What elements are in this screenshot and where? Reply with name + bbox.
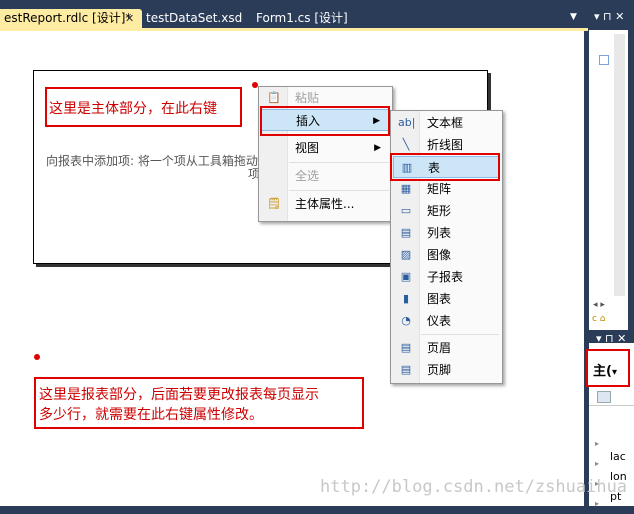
list-icon: ▤ xyxy=(400,226,412,239)
click-marker-report xyxy=(34,354,40,360)
menu-separator xyxy=(289,190,389,191)
chart-icon: ▮ xyxy=(402,292,410,305)
menu-separator xyxy=(289,162,389,163)
report-note-line1: 这里是报表部分，后面若要更改报表每页显示 xyxy=(39,387,319,403)
body-note: 这里是主体部分，在此右键 xyxy=(49,101,217,117)
table-highlight-box xyxy=(390,153,500,181)
watermark: http://blog.csdn.net/zshuaihua xyxy=(320,477,628,497)
textbox-icon: ab| xyxy=(398,116,416,129)
menu-separator xyxy=(421,334,499,335)
tab-label: testDataSet.xsd xyxy=(146,11,243,25)
submenu-item-gauge[interactable]: ◔ 仪表 xyxy=(393,310,499,332)
rectangle-icon: ▭ xyxy=(400,204,412,217)
property-name[interactable]: lac xyxy=(610,450,626,463)
object-selector[interactable]: 主(▾ xyxy=(593,360,617,379)
submenu-item-image[interactable]: ▨ 图像 xyxy=(393,244,499,266)
paste-icon: 📋 xyxy=(267,91,281,104)
submenu-item-matrix[interactable]: ▦ 矩阵 xyxy=(393,178,499,200)
scroll-arrows-icon[interactable]: ◂ ▸ xyxy=(593,300,605,310)
submenu-item-page-footer[interactable]: ▤ 页脚 xyxy=(393,359,499,381)
tab-form1[interactable]: Form1.cs [设计] xyxy=(256,9,348,28)
submenu-item-textbox[interactable]: ab| 文本框 xyxy=(393,112,499,134)
toolbox-tab-icon[interactable]: c ⌂ xyxy=(592,314,606,324)
menu-item-select-all[interactable]: 全选 xyxy=(261,165,389,187)
page-header-icon: ▤ xyxy=(400,341,412,354)
submenu-item-subreport[interactable]: ▣ 子报表 xyxy=(393,266,499,288)
insert-submenu: ab| 文本框 ╲ 折线图 ▥ 表 ▦ 矩阵 ▭ 矩形 ▤ 列表 ▨ 图像 ▣ 子报表 ▮ 图表 ◔ 仪表 ▤ 页眉 ▤ 页脚 xyxy=(390,110,503,384)
chevron-down-icon: ▾ xyxy=(611,367,617,378)
panel-pin-icon[interactable]: ▾ ⊓ ✕ xyxy=(594,10,624,23)
expand-arrows-icon[interactable]: ▸ ▸ ▸ ▸ xyxy=(595,434,599,514)
tab-label: Form1.cs [设计] xyxy=(256,11,348,25)
categorized-view-icon[interactable] xyxy=(597,391,611,403)
subreport-icon: ▣ xyxy=(400,270,412,283)
tab-testdataset[interactable]: testDataSet.xsd xyxy=(146,9,242,28)
submenu-item-page-header[interactable]: ▤ 页眉 xyxy=(393,337,499,359)
toolbox-scrollbar[interactable] xyxy=(614,34,625,296)
insert-highlight-box xyxy=(260,106,390,136)
menu-item-body-properties[interactable]: 🗒 主体属性... xyxy=(261,193,389,215)
report-note-line2: 多少行，就需要在此右键属性修改。 xyxy=(39,407,263,423)
gauge-icon: ◔ xyxy=(401,314,411,327)
toolbox-item-icon[interactable] xyxy=(599,55,609,65)
properties-icon: 🗒 xyxy=(267,197,281,210)
tab-report-rdlc[interactable]: estReport.rdlc [设计]* ✕ xyxy=(0,9,142,28)
properties-divider xyxy=(589,405,634,406)
report-body-hint: 向报表中添加项: 将一个项从工具箱拖动 xyxy=(46,154,258,168)
submenu-item-list[interactable]: ▤ 列表 xyxy=(393,222,499,244)
close-icon[interactable]: ✕ xyxy=(125,9,134,28)
tab-label: estReport.rdlc [设计]* xyxy=(4,11,132,25)
document-tab-strip: estReport.rdlc [设计]* ✕ testDataSet.xsd F… xyxy=(0,0,588,28)
matrix-icon: ▦ xyxy=(400,182,412,195)
menu-item-view[interactable]: 视图 ▶ xyxy=(261,137,389,159)
submenu-arrow-icon: ▶ xyxy=(374,143,381,153)
toolbox-header: ▾ ⊓ ✕ xyxy=(588,6,634,28)
image-icon: ▨ xyxy=(400,248,412,261)
submenu-item-chart[interactable]: ▮ 图表 xyxy=(393,288,499,310)
tab-overflow-icon[interactable]: ▼ xyxy=(570,12,577,22)
submenu-item-rectangle[interactable]: ▭ 矩形 xyxy=(393,200,499,222)
page-footer-icon: ▤ xyxy=(400,363,412,376)
line-icon: ╲ xyxy=(402,138,410,151)
